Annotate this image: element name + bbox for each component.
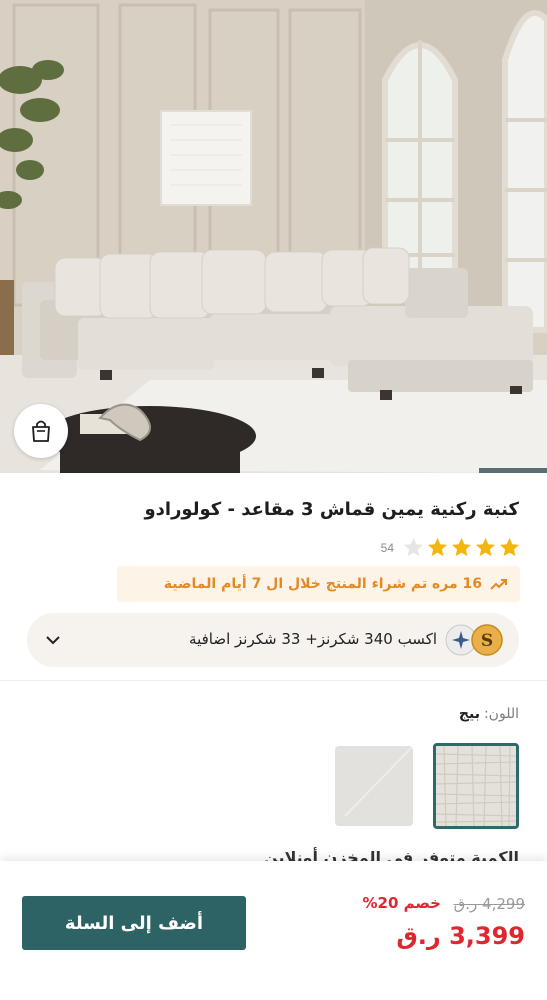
add-to-cart-button[interactable]: أضف إلى السلة xyxy=(22,896,246,950)
rating-summary[interactable]: 54 xyxy=(381,536,521,559)
star-filled-icon xyxy=(451,537,472,557)
star-filled-icon xyxy=(499,537,520,557)
rewards-coin-icon: S xyxy=(445,624,503,656)
color-value: بيج xyxy=(458,706,480,722)
fabric-texture-image xyxy=(436,746,516,826)
purchase-trend-banner: 16 مره تم شراء المنتج خلال ال 7 أيام الم… xyxy=(117,566,520,602)
rating-stars xyxy=(402,536,521,559)
rewards-panel[interactable]: S اكسب 340 شكرنز+ 33 شكرنز اضافية xyxy=(27,613,519,667)
fabric-texture-image xyxy=(335,746,413,826)
star-empty-icon xyxy=(403,537,424,557)
color-swatch-light-grey[interactable] xyxy=(335,746,413,826)
trending-up-icon xyxy=(490,579,507,590)
svg-text:S: S xyxy=(481,631,493,651)
color-swatch-beige[interactable] xyxy=(433,743,519,829)
section-divider xyxy=(0,680,547,681)
rating-count: 54 xyxy=(380,540,394,555)
star-filled-icon xyxy=(427,537,448,557)
color-label: اللون: xyxy=(483,706,519,722)
color-option-label: اللون: بيج xyxy=(459,706,519,722)
add-to-cart-quick-button[interactable] xyxy=(14,404,68,458)
rewards-text: اكسب 340 شكرنز+ 33 شكرنز اضافية xyxy=(189,630,437,648)
discount-badge: خصم 20% xyxy=(362,894,441,912)
star-filled-icon xyxy=(475,537,496,557)
chevron-down-icon[interactable] xyxy=(43,630,63,650)
product-image[interactable] xyxy=(0,0,547,473)
purchase-trend-text: 16 مره تم شراء المنتج خلال ال 7 أيام الم… xyxy=(163,576,482,592)
original-price: 4,299 ر.ق xyxy=(453,895,525,913)
product-title: كنبة ركنية يمين قماش 3 مقاعد - كولورادو xyxy=(144,499,519,520)
sale-price: 3,399 ر.ق xyxy=(396,922,525,950)
image-carousel-indicator xyxy=(479,468,547,473)
shopping-bag-icon xyxy=(32,420,50,442)
sofa-photo xyxy=(0,0,547,473)
